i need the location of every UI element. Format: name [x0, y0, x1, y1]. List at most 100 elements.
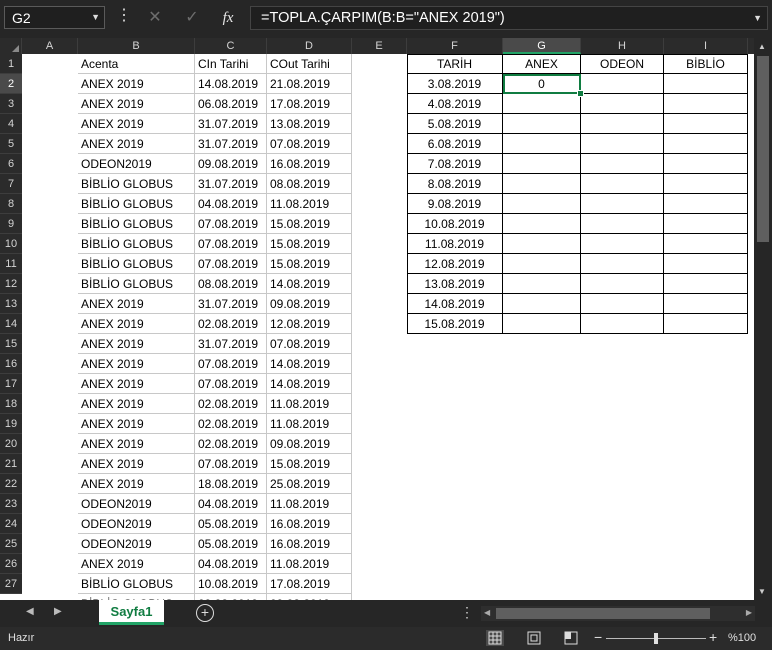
table-cell[interactable]: 02.08.2019 — [195, 414, 267, 434]
summary-cell[interactable] — [581, 194, 664, 214]
summary-cell[interactable] — [664, 214, 748, 234]
table-cell[interactable]: 02.08.2019 — [195, 434, 267, 454]
summary-date-cell[interactable]: 14.08.2019 — [407, 294, 503, 314]
summary-cell[interactable] — [664, 154, 748, 174]
page-break-icon[interactable] — [562, 630, 580, 646]
table-cell[interactable]: 14.08.2019 — [267, 374, 352, 394]
next-sheet-icon[interactable]: ▶ — [54, 606, 62, 617]
table-cell[interactable]: ANEX 2019 — [78, 374, 195, 394]
summary-cell[interactable] — [503, 154, 581, 174]
table-header-cell[interactable]: Acenta — [78, 54, 195, 74]
zoom-level[interactable]: %100 — [728, 632, 756, 644]
table-cell[interactable]: 02.08.2019 — [195, 314, 267, 334]
table-cell[interactable]: 31.07.2019 — [195, 334, 267, 354]
table-cell[interactable]: 09.08.2019 — [195, 154, 267, 174]
table-cell[interactable]: 16.08.2019 — [267, 154, 352, 174]
zoom-in-button[interactable]: + — [709, 629, 717, 645]
scroll-thumb[interactable] — [496, 608, 710, 619]
add-sheet-icon[interactable]: + — [196, 604, 214, 622]
table-cell[interactable]: 11.08.2019 — [267, 194, 352, 214]
scroll-thumb[interactable] — [757, 56, 769, 242]
table-cell[interactable]: 07.08.2019 — [195, 234, 267, 254]
row-header-19[interactable]: 19 — [0, 414, 22, 434]
summary-cell[interactable] — [664, 134, 748, 154]
sheet-tab-sayfa1[interactable]: Sayfa1 — [99, 600, 164, 625]
table-cell[interactable]: 18.08.2019 — [195, 474, 267, 494]
row-header-2[interactable]: 2 — [0, 74, 22, 94]
table-cell[interactable]: 07.08.2019 — [195, 374, 267, 394]
table-cell[interactable]: 09.08.2019 — [267, 434, 352, 454]
table-cell[interactable]: BİBLİO GLOBUS — [78, 174, 195, 194]
row-header-5[interactable]: 5 — [0, 134, 22, 154]
row-header-3[interactable]: 3 — [0, 94, 22, 114]
table-cell[interactable]: 07.08.2019 — [195, 254, 267, 274]
summary-date-cell[interactable]: 9.08.2019 — [407, 194, 503, 214]
column-header-e[interactable]: E — [352, 38, 407, 54]
table-cell[interactable]: ANEX 2019 — [78, 94, 195, 114]
table-cell[interactable]: 13.08.2019 — [267, 114, 352, 134]
table-cell[interactable]: 17.08.2019 — [267, 574, 352, 594]
summary-cell[interactable] — [503, 314, 581, 334]
table-cell[interactable]: 12.08.2019 — [267, 314, 352, 334]
row-header-16[interactable]: 16 — [0, 354, 22, 374]
summary-cell[interactable] — [581, 214, 664, 234]
summary-date-cell[interactable]: 3.08.2019 — [407, 74, 503, 94]
table-cell[interactable]: 07.08.2019 — [267, 334, 352, 354]
table-cell[interactable]: ANEX 2019 — [78, 414, 195, 434]
table-cell[interactable]: ANEX 2019 — [78, 314, 195, 334]
table-cell[interactable]: 16.08.2019 — [267, 534, 352, 554]
table-cell[interactable]: 15.08.2019 — [267, 254, 352, 274]
normal-view-icon[interactable] — [486, 630, 504, 646]
table-cell[interactable]: 06.08.2019 — [195, 94, 267, 114]
table-cell[interactable]: ANEX 2019 — [78, 294, 195, 314]
summary-cell[interactable] — [581, 134, 664, 154]
chevron-down-icon[interactable]: ▼ — [753, 13, 762, 23]
summary-header-cell[interactable]: ODEON — [581, 54, 664, 74]
summary-cell[interactable] — [664, 74, 748, 94]
table-cell[interactable]: 04.08.2019 — [195, 194, 267, 214]
table-cell[interactable]: ANEX 2019 — [78, 434, 195, 454]
scroll-up-icon[interactable]: ▲ — [758, 42, 766, 51]
table-cell[interactable]: BİBLİO GLOBUS — [78, 214, 195, 234]
chevron-down-icon[interactable]: ▼ — [91, 12, 100, 22]
summary-cell[interactable] — [503, 174, 581, 194]
summary-cell[interactable] — [581, 254, 664, 274]
summary-cell[interactable] — [581, 154, 664, 174]
table-cell[interactable]: ANEX 2019 — [78, 114, 195, 134]
select-all-corner[interactable] — [0, 38, 22, 54]
summary-cell[interactable] — [664, 234, 748, 254]
page-layout-icon[interactable] — [525, 630, 543, 646]
summary-cell[interactable] — [503, 194, 581, 214]
zoom-slider-thumb[interactable] — [654, 633, 658, 644]
prev-sheet-icon[interactable]: ◀ — [26, 606, 34, 617]
table-cell[interactable]: 17.08.2019 — [267, 94, 352, 114]
summary-cell[interactable] — [503, 234, 581, 254]
table-cell[interactable]: 31.07.2019 — [195, 174, 267, 194]
scroll-left-icon[interactable]: ◀ — [484, 608, 490, 617]
column-header-d[interactable]: D — [267, 38, 352, 54]
table-cell[interactable]: ANEX 2019 — [78, 134, 195, 154]
table-cell[interactable]: ANEX 2019 — [78, 454, 195, 474]
table-cell[interactable]: 16.08.2019 — [267, 514, 352, 534]
summary-date-cell[interactable]: 13.08.2019 — [407, 274, 503, 294]
summary-cell[interactable] — [503, 254, 581, 274]
column-header-a[interactable]: A — [22, 38, 78, 54]
table-cell[interactable]: 14.08.2019 — [267, 274, 352, 294]
summary-cell[interactable] — [503, 94, 581, 114]
summary-date-cell[interactable]: 15.08.2019 — [407, 314, 503, 334]
table-cell[interactable]: 04.08.2019 — [195, 554, 267, 574]
summary-cell[interactable] — [664, 174, 748, 194]
summary-cell[interactable] — [503, 114, 581, 134]
summary-cell[interactable] — [664, 254, 748, 274]
table-cell[interactable]: 25.08.2019 — [267, 474, 352, 494]
function-icon[interactable]: fx — [213, 6, 243, 30]
row-header-4[interactable]: 4 — [0, 114, 22, 134]
row-header-6[interactable]: 6 — [0, 154, 22, 174]
table-cell[interactable]: 09.08.2019 — [267, 294, 352, 314]
row-header-20[interactable]: 20 — [0, 434, 22, 454]
row-header-27[interactable]: 27 — [0, 574, 22, 594]
table-cell[interactable]: 07.08.2019 — [195, 454, 267, 474]
summary-header-cell[interactable]: TARİH — [407, 54, 503, 74]
table-cell[interactable]: 11.08.2019 — [267, 494, 352, 514]
summary-cell[interactable] — [664, 294, 748, 314]
